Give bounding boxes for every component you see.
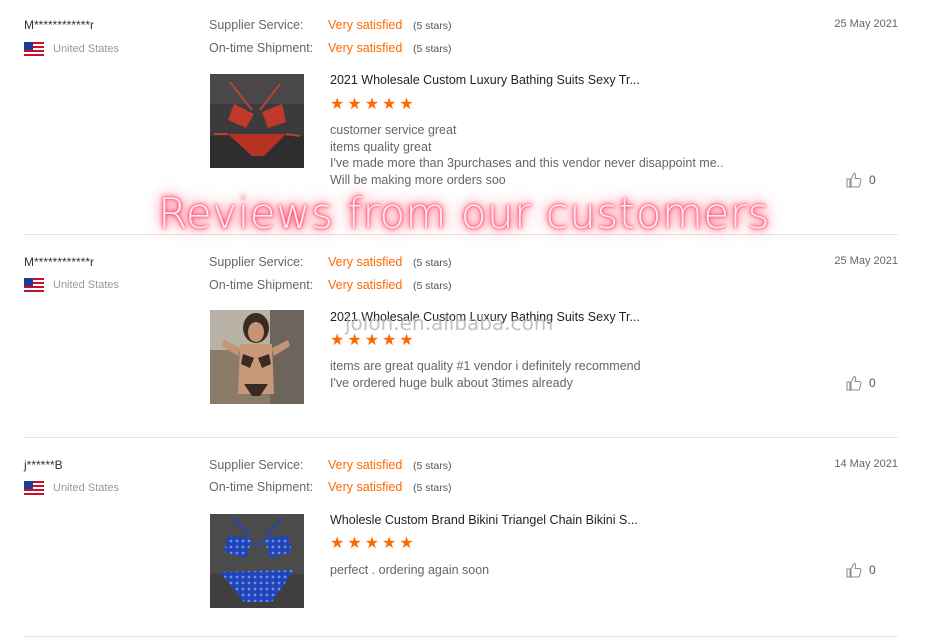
star-icon: ★ — [330, 332, 345, 349]
like-button[interactable]: 0 — [846, 172, 876, 188]
supplier-service-label: Supplier Service: — [209, 255, 304, 269]
product-thumbnail[interactable] — [210, 310, 304, 404]
comment-line: customer service great — [330, 123, 457, 137]
review-comment: perfect . ordering again soon — [330, 562, 489, 579]
review-comment: customer service great items quality gre… — [330, 122, 724, 188]
star-icon: ★ — [364, 535, 380, 552]
ontime-shipment-stars: (5 stars) — [413, 43, 452, 55]
star-icon: ★ — [347, 96, 362, 113]
review-date: 25 May 2021 — [834, 255, 898, 267]
star-icon: ★ — [399, 332, 414, 349]
star-icon: ★ — [399, 535, 414, 552]
supplier-service-stars: (5 stars) — [413, 257, 452, 269]
star-icon: ★ — [364, 332, 380, 349]
watermark-text: jolon.en.alibaba.com — [345, 311, 554, 335]
like-button[interactable]: 0 — [846, 562, 876, 578]
like-count: 0 — [869, 563, 876, 577]
star-icon: ★ — [364, 96, 380, 113]
thumbs-up-icon — [846, 562, 862, 578]
product-title-link[interactable]: Wholesle Custom Brand Bikini Triangel Ch… — [330, 513, 638, 527]
thumbs-up-icon — [846, 172, 862, 188]
supplier-service-value: Very satisfied — [328, 18, 403, 32]
reviewer-country: United States — [24, 481, 119, 495]
review-date: 14 May 2021 — [834, 458, 898, 470]
supplier-service-label: Supplier Service: — [209, 18, 304, 32]
star-icon: ★ — [347, 535, 362, 552]
thumbs-up-icon — [846, 375, 862, 391]
comment-line: Will be making more orders soo — [330, 172, 506, 187]
country-name: United States — [53, 43, 120, 55]
country-name: United States — [53, 279, 120, 291]
star-icon: ★ — [347, 332, 362, 349]
product-title-link[interactable]: 2021 Wholesale Custom Luxury Bathing Sui… — [330, 73, 640, 87]
divider — [24, 636, 898, 637]
supplier-service-stars: (5 stars) — [413, 20, 452, 32]
country-name: United States — [53, 482, 120, 494]
review-comment: items are great quality #1 vendor i defi… — [330, 358, 641, 391]
comment-line: I've ordered huge bulk about 3times alre… — [330, 375, 573, 390]
ontime-shipment-label: On-time Shipment: — [209, 278, 314, 292]
ontime-shipment-value: Very satisfied — [328, 41, 403, 55]
like-count: 0 — [869, 376, 876, 390]
star-icon: ★ — [382, 535, 397, 552]
banner-title: Reviews from our customers — [158, 189, 770, 238]
reviewer-name: j******B — [24, 458, 63, 472]
divider — [24, 437, 898, 438]
like-count: 0 — [869, 173, 876, 187]
comment-line: I've made more than 3purchases and this … — [330, 156, 724, 170]
product-thumbnail[interactable] — [210, 514, 304, 608]
review-date: 25 May 2021 — [834, 18, 898, 30]
ontime-shipment-value: Very satisfied — [328, 480, 403, 494]
comment-line: items are great quality #1 vendor i defi… — [330, 359, 641, 373]
product-thumbnail[interactable] — [210, 74, 304, 168]
supplier-service-value: Very satisfied — [328, 458, 403, 472]
star-icon: ★ — [399, 96, 414, 113]
star-icon: ★ — [382, 332, 397, 349]
ontime-shipment-value: Very satisfied — [328, 278, 403, 292]
supplier-service-stars: (5 stars) — [413, 460, 452, 472]
star-icon: ★ — [330, 535, 345, 552]
ontime-shipment-label: On-time Shipment: — [209, 480, 314, 494]
supplier-service-label: Supplier Service: — [209, 458, 304, 472]
reviewer-country: United States — [24, 278, 119, 292]
comment-line: perfect . ordering again soon — [330, 563, 490, 577]
reviewer-name: M************r — [24, 255, 95, 269]
us-flag-icon — [24, 42, 44, 56]
product-rating: ★ ★ ★ ★ ★ — [330, 97, 414, 113]
ontime-shipment-stars: (5 stars) — [413, 482, 452, 494]
reviewer-country: United States — [24, 42, 119, 56]
star-icon: ★ — [382, 96, 397, 113]
ontime-shipment-label: On-time Shipment: — [209, 41, 314, 55]
us-flag-icon — [24, 481, 44, 495]
reviewer-name: M************r — [24, 18, 95, 32]
like-button[interactable]: 0 — [846, 375, 876, 391]
product-rating: ★ ★ ★ ★ ★ — [330, 333, 414, 349]
product-rating: ★ ★ ★ ★ ★ — [330, 536, 414, 552]
star-icon: ★ — [330, 96, 345, 113]
ontime-shipment-stars: (5 stars) — [413, 280, 452, 292]
us-flag-icon — [24, 278, 44, 292]
comment-line: items quality great — [330, 139, 432, 154]
supplier-service-value: Very satisfied — [328, 255, 403, 269]
